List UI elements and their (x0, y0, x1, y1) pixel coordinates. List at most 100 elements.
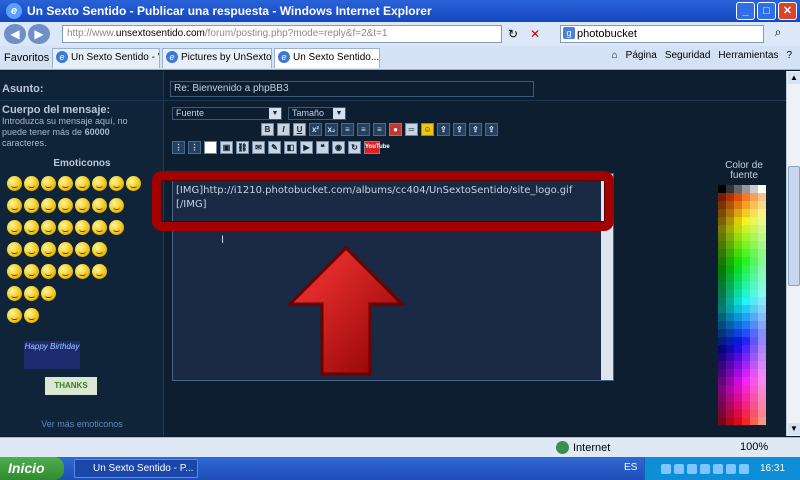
color-swatch[interactable] (718, 209, 726, 217)
color-swatch[interactable] (726, 225, 734, 233)
minimize-button[interactable]: _ (736, 2, 755, 20)
color-swatch[interactable] (734, 201, 742, 209)
color-swatch[interactable] (750, 225, 758, 233)
color-swatch[interactable] (718, 217, 726, 225)
color-swatch[interactable] (758, 265, 766, 273)
tab-1[interactable]: Un Sexto Sentido - V... (52, 47, 160, 68)
color-swatch[interactable] (758, 297, 766, 305)
color-swatch[interactable] (734, 409, 742, 417)
color-swatch[interactable] (750, 321, 758, 329)
color-swatch[interactable] (734, 321, 742, 329)
emoticon-icon[interactable] (58, 198, 73, 213)
globe-icon[interactable]: ◉ (332, 141, 345, 154)
color-swatch[interactable] (742, 265, 750, 273)
color-swatch[interactable] (718, 297, 726, 305)
favorites-button[interactable]: Favoritos (0, 52, 52, 64)
color-swatch[interactable] (718, 361, 726, 369)
color-swatch[interactable] (734, 265, 742, 273)
color-swatch[interactable] (742, 409, 750, 417)
emoticon-icon[interactable] (92, 220, 107, 235)
color-swatch[interactable] (718, 249, 726, 257)
bold-button[interactable]: B (261, 123, 274, 136)
color-swatch[interactable] (718, 329, 726, 337)
flash-icon[interactable]: ◧ (284, 141, 297, 154)
color-swatch[interactable] (750, 409, 758, 417)
refresh-icon[interactable]: ↻ (505, 26, 521, 42)
stop-icon[interactable]: ✕ (527, 26, 543, 42)
emoticon-icon[interactable] (58, 220, 73, 235)
color-swatch[interactable] (718, 377, 726, 385)
emoticon-icon[interactable] (92, 264, 107, 279)
color-swatch[interactable] (758, 321, 766, 329)
stop-sign-icon[interactable]: ● (389, 123, 402, 136)
tray-icon[interactable] (674, 463, 684, 474)
language-indicator[interactable]: ES (624, 462, 637, 473)
color-swatch[interactable] (742, 353, 750, 361)
color-swatch[interactable] (750, 273, 758, 281)
color-swatch[interactable] (750, 289, 758, 297)
emoticon-icon[interactable] (7, 242, 22, 257)
emoticon-icon[interactable]: ☺ (421, 123, 434, 136)
color-swatch[interactable] (718, 337, 726, 345)
color-swatch[interactable] (758, 201, 766, 209)
color-swatch[interactable] (734, 401, 742, 409)
color-swatch[interactable] (726, 185, 734, 193)
page-menu[interactable]: Página (626, 50, 657, 61)
emoticon-icon[interactable] (7, 308, 22, 323)
color-swatch[interactable] (726, 217, 734, 225)
color-swatch[interactable] (718, 201, 726, 209)
color-swatch[interactable] (726, 289, 734, 297)
color-swatch[interactable] (734, 249, 742, 257)
color-swatch[interactable] (742, 345, 750, 353)
color-swatch[interactable] (734, 233, 742, 241)
color-swatch[interactable] (726, 345, 734, 353)
color-swatch[interactable] (734, 225, 742, 233)
asunto-input[interactable]: Re: Bienvenido a phpBB3 (170, 81, 534, 97)
color-swatch[interactable] (734, 329, 742, 337)
color-swatch[interactable] (726, 257, 734, 265)
scroll-up-icon[interactable]: ▲ (788, 72, 800, 84)
color-swatch[interactable] (758, 377, 766, 385)
color-swatch[interactable] (742, 241, 750, 249)
tray-icon[interactable] (713, 463, 723, 474)
color-swatch[interactable] (718, 321, 726, 329)
color-swatch[interactable] (750, 385, 758, 393)
color-swatch[interactable] (750, 201, 758, 209)
color-swatch[interactable] (734, 337, 742, 345)
color-swatch[interactable] (718, 385, 726, 393)
color-swatch[interactable] (750, 353, 758, 361)
color-swatch[interactable] (718, 305, 726, 313)
emoticon-icon[interactable] (58, 242, 73, 257)
color-swatch[interactable] (726, 249, 734, 257)
forward-button[interactable]: ▶ (28, 24, 50, 44)
color-swatch[interactable] (758, 273, 766, 281)
color-swatch[interactable] (750, 313, 758, 321)
search-input[interactable]: g photobucket (560, 25, 764, 43)
color-swatch[interactable] (750, 185, 758, 193)
emoticon-icon[interactable] (75, 198, 90, 213)
color-swatch[interactable] (750, 401, 758, 409)
color-swatch[interactable] (750, 265, 758, 273)
color-swatch[interactable] (726, 329, 734, 337)
list-icon[interactable]: ⋮ (172, 141, 185, 154)
color-swatch[interactable] (734, 313, 742, 321)
align-left-icon[interactable]: ≡ (341, 123, 354, 136)
color-swatch[interactable] (758, 345, 766, 353)
color-swatch[interactable] (726, 401, 734, 409)
color-swatch[interactable] (718, 193, 726, 201)
emoticon-icon[interactable] (24, 286, 39, 301)
color-swatch[interactable] (726, 417, 734, 425)
color-swatch[interactable] (734, 289, 742, 297)
color-swatch[interactable] (726, 281, 734, 289)
color-swatch[interactable] (742, 289, 750, 297)
tray-icon[interactable] (726, 463, 736, 474)
color-swatch[interactable] (750, 257, 758, 265)
color-swatch[interactable] (742, 225, 750, 233)
color-swatch[interactable] (742, 193, 750, 201)
emoticon-icon[interactable] (24, 198, 39, 213)
emoticon-icon[interactable] (109, 198, 124, 213)
color-swatch[interactable] (718, 233, 726, 241)
color-swatch[interactable] (758, 305, 766, 313)
color-swatch[interactable] (750, 305, 758, 313)
tray-icon[interactable] (661, 463, 671, 474)
